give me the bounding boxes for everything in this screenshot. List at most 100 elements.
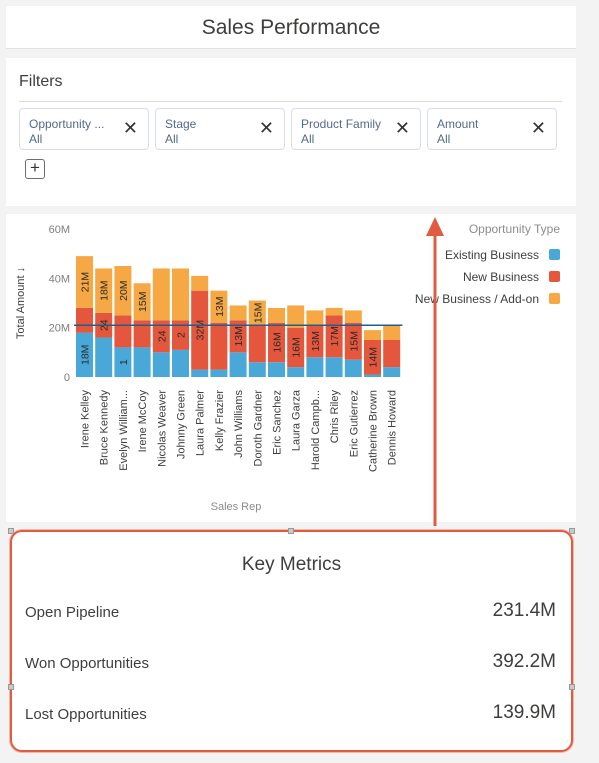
- bar-segment: [248, 325, 266, 363]
- bar-segment: [114, 315, 132, 348]
- legend-swatch: [549, 249, 560, 260]
- filters-title: Filters: [19, 73, 63, 90]
- bar-segment: [210, 322, 228, 370]
- x-tick-label: Dennis Howard: [387, 390, 399, 465]
- filter-stage[interactable]: Stage All ✕: [155, 108, 285, 150]
- x-tick-label: Chris Riley: [329, 390, 341, 444]
- y-tick-label: 0: [64, 372, 70, 384]
- bar-data-label: 15M: [252, 303, 264, 323]
- bar-data-label: 14M: [368, 347, 380, 367]
- bar-segment: [268, 307, 285, 323]
- metric-open-pipeline[interactable]: Open Pipeline 231.4M: [25, 598, 556, 628]
- filter-product-family[interactable]: Product Family All ✕: [291, 108, 421, 150]
- legend-label: Existing Business: [445, 248, 539, 262]
- filters-divider: [19, 101, 562, 102]
- filters-panel: Filters Opportunity ... All ✕ Stage All …: [6, 58, 576, 206]
- resize-handle[interactable]: [569, 528, 575, 534]
- header-card: Sales Performance: [6, 6, 576, 49]
- bar-data-label: 13M: [214, 296, 226, 316]
- bar-segment: [229, 305, 247, 321]
- metric-label: Won Opportunities: [25, 655, 149, 672]
- y-axis-label: Total Amount ↓: [15, 267, 27, 339]
- close-icon[interactable]: ✕: [531, 119, 546, 137]
- resize-handle[interactable]: [8, 528, 14, 534]
- bar-segment: [306, 357, 324, 377]
- legend-swatch: [549, 293, 560, 304]
- y-tick-label: 60M: [49, 224, 70, 236]
- bar-segment: [229, 352, 247, 377]
- metric-value: 139.9M: [492, 702, 556, 723]
- bar-segment: [76, 307, 93, 333]
- bar-data-label: 15M: [137, 292, 149, 312]
- x-tick-label: Kelly Frazier: [214, 390, 226, 451]
- bar-segment: [133, 347, 151, 377]
- bar-segment: [364, 374, 381, 377]
- bar-segment: [344, 359, 362, 377]
- bar-segment: [325, 307, 343, 316]
- resize-handle[interactable]: [8, 684, 14, 690]
- filter-label: Product Family: [301, 117, 382, 131]
- metrics-title: Key Metrics: [241, 554, 342, 575]
- x-tick-label: Nicolas Weaver: [156, 390, 168, 467]
- bar-segment: [306, 310, 324, 326]
- x-tick-label: Eric Gutierrez: [348, 390, 360, 457]
- y-tick-label: 20M: [49, 323, 70, 335]
- x-tick-label: John Williams: [233, 390, 245, 458]
- metric-label: Lost Opportunities: [25, 706, 147, 723]
- bar-segment: [172, 349, 189, 377]
- x-tick-label: Catherine Brown: [368, 390, 380, 472]
- y-tick-label: 40M: [49, 273, 70, 285]
- close-icon[interactable]: ✕: [259, 119, 274, 137]
- filter-value: All: [165, 132, 179, 146]
- metric-label: Open Pipeline: [25, 604, 120, 621]
- bar-segment: [191, 369, 209, 377]
- bar-data-label: 17M: [329, 326, 341, 346]
- x-tick-label: Irene Kelley: [80, 390, 92, 449]
- bar-segment: [95, 337, 113, 377]
- x-tick-label: Laura Garza: [291, 389, 303, 451]
- bar-data-label: 20M: [118, 280, 130, 300]
- filter-value: All: [301, 132, 315, 146]
- metric-won-opportunities[interactable]: Won Opportunities 392.2M: [25, 649, 556, 679]
- bar-data-label: 24: [156, 330, 168, 342]
- bar-segment: [383, 325, 401, 340]
- filter-label: Stage: [165, 117, 197, 131]
- metric-value: 392.2M: [492, 651, 556, 672]
- sales-chart: 0 20M 40M 60M Total Amount ↓ 18M 21M Irene Kell…: [6, 214, 576, 522]
- x-tick-label: Eric Sanchez: [272, 390, 284, 455]
- key-metrics-card: Key Metrics Open Pipeline 231.4M Won Opp…: [8, 528, 575, 752]
- legend-swatch: [549, 271, 560, 282]
- bar-data-label: 16M: [291, 337, 303, 357]
- filter-opportunity-type[interactable]: Opportunity ... All ✕: [19, 108, 149, 150]
- close-icon[interactable]: ✕: [123, 119, 138, 137]
- bar-data-label: 1: [118, 359, 130, 365]
- bar-segment: [364, 330, 381, 340]
- x-tick-label: Doroth Gardner: [252, 390, 264, 467]
- x-axis-label: Sales Rep: [211, 501, 262, 513]
- add-filter-button[interactable]: +: [25, 159, 45, 179]
- bar-data-label: 15M: [348, 331, 360, 351]
- bar-segment: [152, 268, 170, 321]
- bar-segment: [248, 362, 266, 377]
- filter-label: Opportunity ...: [29, 117, 105, 131]
- bar-segment: [344, 310, 362, 323]
- bar-segment: [210, 369, 228, 377]
- bar-segment: [325, 357, 343, 377]
- bar-data-label: 13M: [233, 326, 245, 346]
- filter-label: Amount: [437, 117, 479, 131]
- chart-svg: 0 20M 40M 60M Total Amount ↓ 18M 21M Irene Kell…: [15, 222, 560, 513]
- bar-data-label: 2: [176, 332, 188, 338]
- annotation-arrow: [426, 217, 444, 526]
- x-tick-label: Harold Campb...: [310, 390, 322, 470]
- resize-handle[interactable]: [288, 528, 294, 534]
- close-icon[interactable]: ✕: [395, 119, 410, 137]
- metric-lost-opportunities[interactable]: Lost Opportunities 139.9M: [25, 700, 556, 730]
- x-tick-label: Evelyn William...: [118, 390, 130, 471]
- filter-amount[interactable]: Amount All ✕: [427, 108, 557, 150]
- bar-segment: [172, 268, 189, 321]
- bar-segment: [287, 305, 305, 328]
- bar-data-label: 18M: [80, 345, 92, 365]
- filter-value: All: [437, 132, 451, 146]
- resize-handle[interactable]: [569, 684, 575, 690]
- bar-data-label: 16M: [272, 332, 284, 352]
